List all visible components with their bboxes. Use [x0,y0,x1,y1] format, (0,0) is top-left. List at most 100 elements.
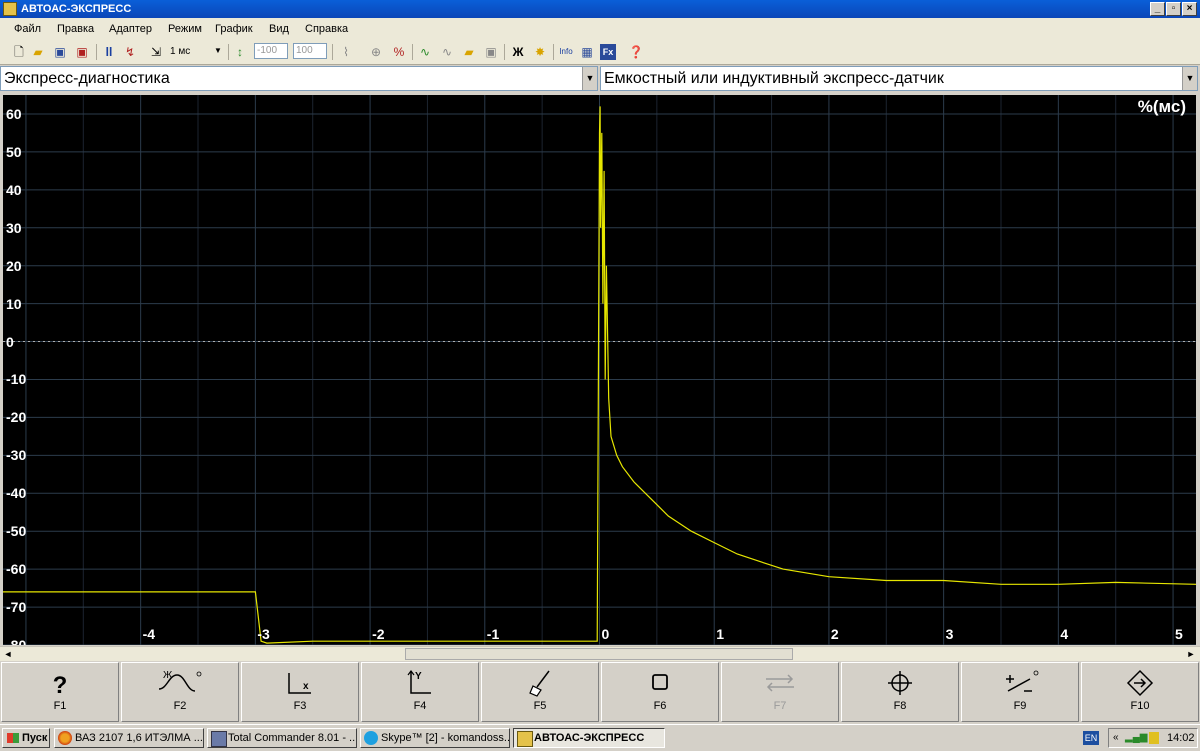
f6-button[interactable]: F6 [601,662,719,722]
spark-icon[interactable]: ✸ [532,44,548,60]
trigger-icon[interactable]: ⌇ [338,44,354,60]
menu-adapter[interactable]: Адаптер [109,23,152,35]
taskbar-item-skype[interactable]: Skype™ [2] - komandoss... [360,728,510,748]
time-scale-value[interactable]: 1 мс [170,46,190,57]
taskbar-item-browser[interactable]: ВАЗ 2107 1,6 ИТЭЛМА ... [54,728,204,748]
f9-button[interactable]: F9 [961,662,1079,722]
calibrate-zero-icon[interactable]: ↯ [122,44,138,60]
open-folder-icon[interactable]: ▰ [30,44,46,60]
menu-help[interactable]: Справка [305,23,348,35]
time-scale-icon[interactable]: ⇲ [148,44,164,60]
time-scale-dropdown-icon[interactable]: ▼ [214,46,222,55]
network-signal-icon[interactable]: ▂▄▆ [1125,732,1147,743]
curve-disabled-icon[interactable]: ∿ [439,44,455,60]
y-tick-label: 40 [6,181,22,198]
save-disabled-icon[interactable]: ▣ [483,44,499,60]
menu-edit[interactable]: Правка [57,23,94,35]
pause-icon[interactable]: ll [101,44,117,60]
x-tick-label: 2 [830,626,839,642]
open-icon[interactable]: ▰ [461,44,477,60]
mode-select[interactable]: Экспресс-диагностика ▼ [0,66,598,91]
taskbar-item-total-commander[interactable]: Total Commander 8.01 - ... [207,728,357,748]
max-value-input[interactable]: 100 [293,43,327,59]
menu-bar: Файл Правка Адаптер Режим График Вид Спр… [0,18,1200,40]
windows-logo-icon [7,733,19,743]
help-icon[interactable]: ❓ [628,44,644,60]
f1-button[interactable]: ? F1 [1,662,119,722]
f6-label: F6 [653,700,667,712]
f10-button[interactable]: F10 [1081,662,1199,722]
language-indicator[interactable]: EN [1083,731,1099,745]
tray-expand-icon[interactable]: « [1113,732,1119,743]
percent-icon[interactable]: % [391,44,407,60]
f3-button[interactable]: x F3 [241,662,359,722]
y-tick-label: -30 [6,447,27,464]
menu-view[interactable]: Вид [269,23,289,35]
y-tick-label: -10 [6,371,27,388]
close-button[interactable]: × [1182,2,1197,16]
x-tick-label: 4 [1060,626,1069,642]
toolbar: 🗋 ▰ ▣ ▣ ll ↯ ⇲ 1 мс ▼ ↕ -100 100 ⌇ ⊕ % ∿… [0,40,1200,65]
minimize-button[interactable]: _ [1150,2,1165,16]
menu-graph[interactable]: График [215,23,253,35]
f7-button[interactable]: F7 [721,662,839,722]
f2-button[interactable]: Ж F2 [121,662,239,722]
fx-icon[interactable]: Fx [600,44,616,60]
function-key-bar: ? F1 Ж F2 x F3 Y F4 F5 F6 F7 F8 F9 F10 [0,661,1200,724]
table-icon[interactable]: ▦ [579,44,595,60]
curve-icon[interactable]: ∿ [417,44,433,60]
y-tick-label: 50 [6,143,22,160]
sensor-select[interactable]: Емкостный или индуктивный экспресс-датчи… [600,66,1198,91]
bold-icon[interactable]: Ж [510,44,526,60]
start-button[interactable]: Пуск [2,728,50,748]
menu-mode[interactable]: Режим [168,23,202,35]
f4-button[interactable]: Y F4 [361,662,479,722]
taskbar-item-avtoas[interactable]: АВТОАС-ЭКСПРЕСС [513,728,665,748]
svg-text:Y: Y [415,671,422,682]
save-as-icon[interactable]: ▣ [74,44,90,60]
app-icon [517,731,533,747]
y-tick-label: 0 [6,333,14,350]
horizontal-scrollbar[interactable]: ◄ ► [0,646,1200,662]
f8-button[interactable]: F8 [841,662,959,722]
plus-minus-icon [962,669,1078,697]
amplitude-icon[interactable]: ↕ [232,44,248,60]
f1-label: F1 [53,700,67,712]
square-icon [602,669,718,697]
save-icon[interactable]: ▣ [52,44,68,60]
y-tick-label: -40 [6,485,27,502]
x-tick-label: -2 [372,626,385,642]
info-icon[interactable]: Info [558,44,574,60]
f2-label: F2 [173,700,187,712]
scroll-right-icon[interactable]: ► [1184,648,1198,661]
x-tick-label: 5 [1175,626,1183,642]
notification-icon[interactable] [1149,732,1159,744]
x-tick-label: -1 [486,626,500,642]
clock: 14:02 [1167,732,1195,744]
chevron-down-icon[interactable]: ▼ [1182,67,1197,90]
menu-file[interactable]: Файл [14,23,41,35]
f5-button[interactable]: F5 [481,662,599,722]
sync-icon[interactable]: ⊕ [368,44,384,60]
y-unit-label: %(мс) [1137,97,1186,116]
crosshair-icon [842,669,958,697]
chevron-down-icon[interactable]: ▼ [582,67,597,90]
scrollbar-thumb[interactable] [405,648,793,660]
y-tick-label: -60 [6,561,27,578]
toolbar-separator [412,44,413,60]
oscillogram-chart[interactable]: %(мс) 60 50 40 30 20 10 0 -10 -20 -30 -40 -50 -60 -70… [3,95,1196,645]
f10-label: F10 [1130,700,1150,712]
start-label: Пуск [22,732,48,744]
firefox-icon [58,731,72,745]
task-label: АВТОАС-ЭКСПРЕСС [534,732,645,744]
maximize-button[interactable]: ▫ [1166,2,1181,16]
new-file-icon[interactable]: 🗋 [11,44,27,60]
y-tick-label: -50 [6,523,27,540]
system-tray: « ▂▄▆ 14:02 [1108,728,1198,748]
scroll-left-icon[interactable]: ◄ [1,648,15,661]
svg-text:Ж: Ж [163,670,173,681]
title-bar: АВТОАС-ЭКСПРЕСС _ ▫ × [0,0,1200,18]
exit-icon [1082,669,1198,697]
f3-label: F3 [293,700,307,712]
min-value-input[interactable]: -100 [254,43,288,59]
